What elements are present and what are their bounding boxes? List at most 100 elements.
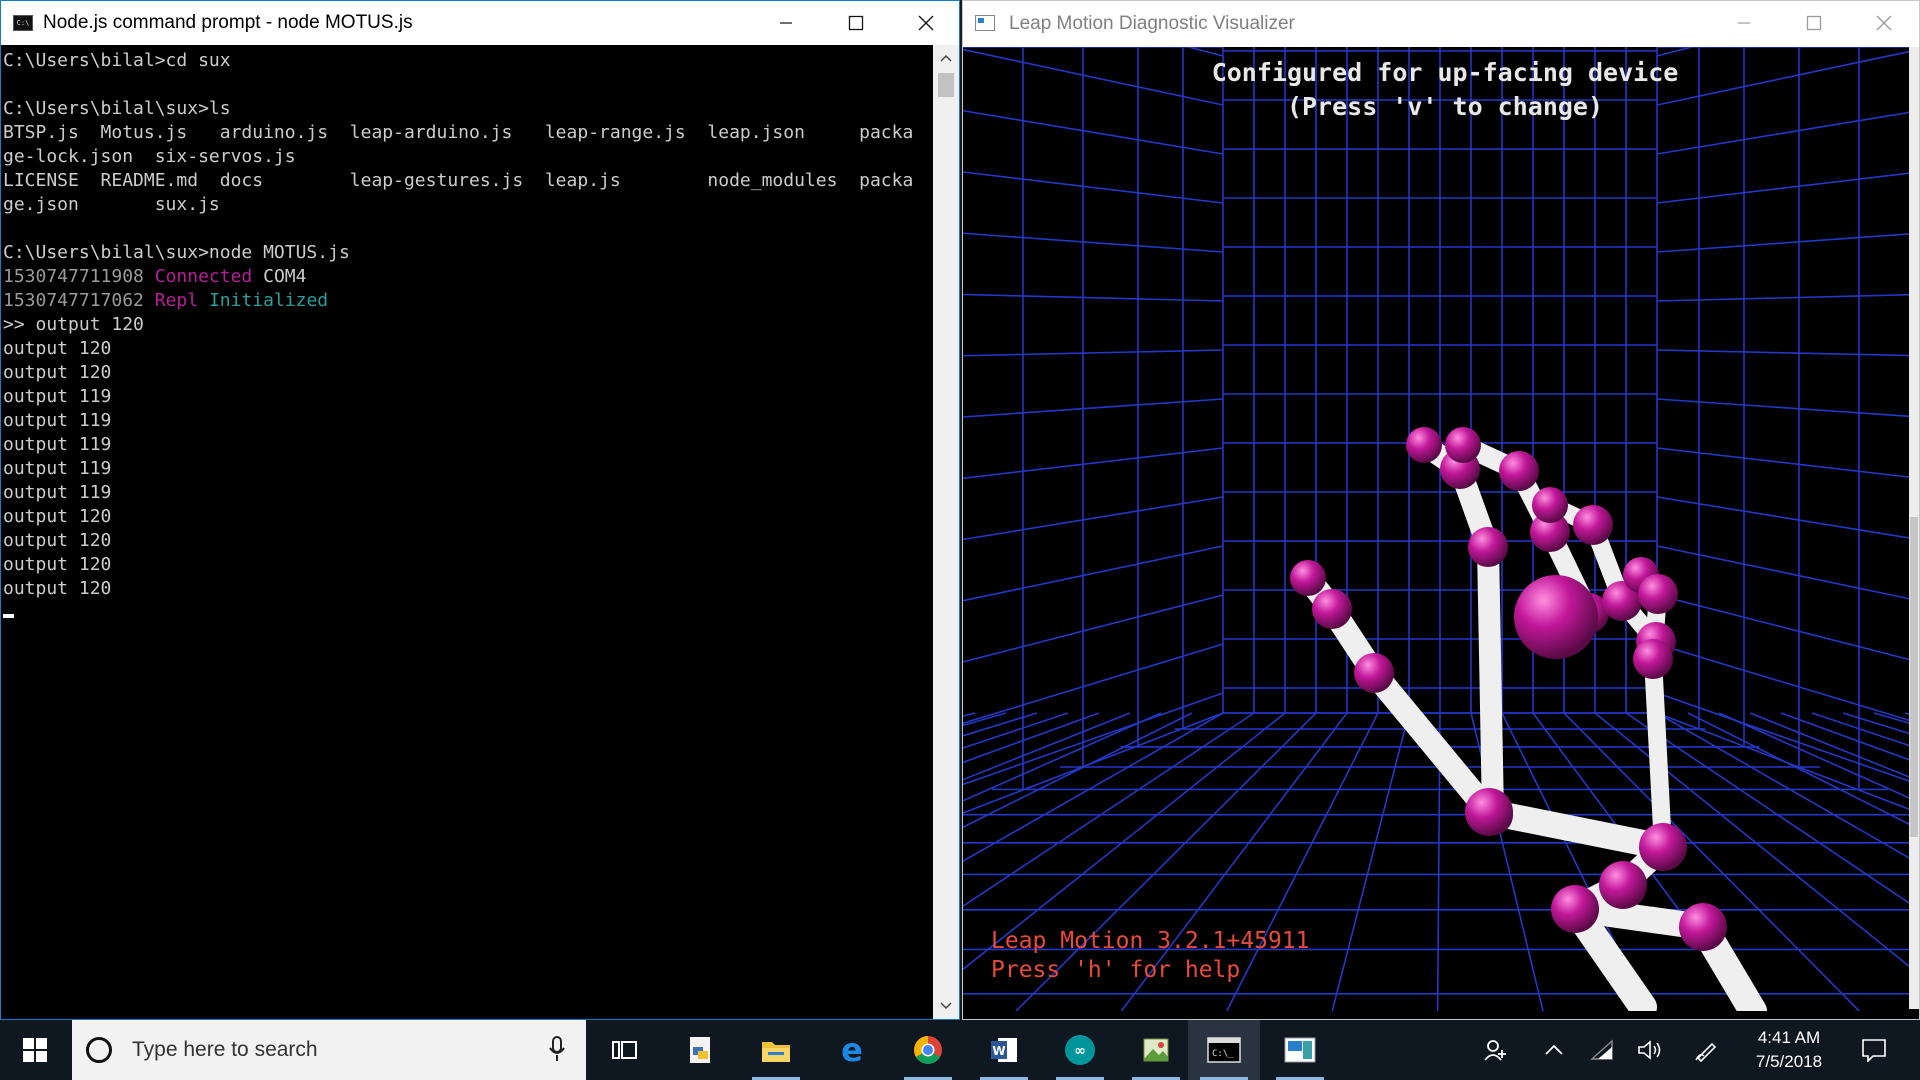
people-button[interactable] xyxy=(1474,1020,1518,1080)
network-button[interactable] xyxy=(1580,1020,1624,1080)
start-button[interactable] xyxy=(0,1020,70,1080)
console-icon: C:\ xyxy=(13,15,33,31)
python-file-icon xyxy=(690,1037,710,1063)
scroll-thumb[interactable] xyxy=(1910,517,1918,837)
file-explorer-icon xyxy=(762,1042,790,1062)
people-icon xyxy=(1484,1040,1506,1061)
word-button[interactable]: W xyxy=(968,1020,1040,1080)
file-explorer-button[interactable] xyxy=(740,1020,812,1080)
pen-icon xyxy=(1695,1042,1717,1062)
windows-logo-icon xyxy=(23,1038,47,1062)
log-initialized: Initialized xyxy=(208,290,329,311)
log-repl: Repl xyxy=(154,290,199,311)
close-icon xyxy=(1876,15,1892,31)
bone xyxy=(1477,536,1504,826)
image-editor-button[interactable] xyxy=(1120,1020,1192,1080)
system-clock[interactable]: 4:41 AM 7/5/2018 xyxy=(1742,1026,1836,1074)
console-titlebar[interactable]: C:\ Node.js command prompt - node MOTUS.… xyxy=(1,1,959,45)
leap-scrollbar[interactable] xyxy=(1909,47,1919,1009)
log-port: COM4 xyxy=(263,266,307,287)
console-history: C:\Users\bilal>cd sux C:\Users\bilal\sux… xyxy=(3,50,914,263)
node-console-window[interactable]: C:\ Node.js command prompt - node MOTUS.… xyxy=(0,0,960,1020)
joint xyxy=(1638,574,1678,614)
image-editor-icon xyxy=(1143,1038,1169,1062)
minimize-button[interactable] xyxy=(1709,1,1779,45)
joint xyxy=(1468,527,1508,567)
taskbar-search-box[interactable]: Type here to search xyxy=(72,1020,586,1080)
close-button[interactable] xyxy=(891,1,961,45)
minimize-icon xyxy=(780,22,792,24)
console-title: Node.js command prompt - node MOTUS.js xyxy=(43,12,413,33)
leap-visualizer-button[interactable] xyxy=(1264,1020,1336,1080)
arduino-button[interactable]: ∞ xyxy=(1044,1020,1116,1080)
chevron-up-icon xyxy=(1545,1044,1563,1055)
close-icon xyxy=(918,15,934,31)
change-hint-text: (Press 'v' to change) xyxy=(1287,92,1603,121)
svg-text:W: W xyxy=(992,1044,1005,1058)
notifications-icon xyxy=(1862,1039,1886,1062)
joint xyxy=(1406,427,1442,463)
joint xyxy=(1465,788,1513,836)
volume-icon xyxy=(1638,1040,1661,1060)
svg-text:C:\_: C:\_ xyxy=(1212,1049,1234,1059)
version-text: Leap Motion 3.2.1+45911 xyxy=(991,928,1310,954)
joint xyxy=(1639,823,1687,871)
console-scrollbar[interactable] xyxy=(933,45,959,1019)
leap-window-icon xyxy=(975,15,995,31)
joint xyxy=(1354,653,1394,693)
console-output[interactable]: C:\Users\bilal>cd sux C:\Users\bilal\sux… xyxy=(1,45,934,1019)
close-button[interactable] xyxy=(1849,1,1919,45)
cortana-icon xyxy=(86,1037,112,1063)
joint xyxy=(1573,505,1613,545)
chrome-icon xyxy=(914,1036,942,1064)
leap-visualizer-window[interactable]: Leap Motion Diagnostic Visualizer Config… xyxy=(962,0,1920,1020)
log-timestamp: 1530747711908 xyxy=(3,266,144,287)
scroll-up-arrow-icon[interactable] xyxy=(933,49,959,67)
help-text: Press 'h' for help xyxy=(991,957,1240,983)
maximize-button[interactable] xyxy=(1779,1,1849,45)
joint xyxy=(1599,861,1647,909)
edge-button[interactable]: e xyxy=(816,1020,888,1080)
log-connected: Connected xyxy=(154,266,253,287)
maximize-icon xyxy=(1806,15,1822,31)
task-view-button[interactable] xyxy=(588,1020,660,1080)
console-output-lines: >> output 120 output 120 output 120 outp… xyxy=(3,314,144,599)
maximize-button[interactable] xyxy=(821,1,891,45)
scroll-down-arrow-icon[interactable] xyxy=(933,997,959,1015)
edge-icon: e xyxy=(841,1035,863,1065)
leap-visualizer-icon xyxy=(1284,1037,1316,1063)
microphone-icon[interactable] xyxy=(548,1036,566,1062)
command-prompt-button[interactable]: C:\_ xyxy=(1188,1020,1260,1080)
joint xyxy=(1514,575,1598,659)
search-placeholder: Type here to search xyxy=(132,1038,318,1061)
joint xyxy=(1312,589,1352,629)
wifi-icon xyxy=(1590,1039,1613,1060)
svg-text:∞: ∞ xyxy=(1074,1043,1086,1059)
clock-date: 7/5/2018 xyxy=(1755,1052,1823,1071)
show-hidden-icons-button[interactable] xyxy=(1532,1020,1576,1080)
device-orientation-text: Configured for up-facing device xyxy=(1212,58,1679,87)
joint xyxy=(1532,487,1568,523)
clock-time: 4:41 AM xyxy=(1757,1028,1821,1047)
python-file-button[interactable] xyxy=(664,1020,736,1080)
minimize-button[interactable] xyxy=(751,1,821,45)
joint xyxy=(1445,427,1481,463)
svg-text:e: e xyxy=(841,1035,863,1065)
leap-3d-viewport[interactable]: Configured for up-facing device (Press '… xyxy=(963,47,1919,1011)
leap-title: Leap Motion Diagnostic Visualizer xyxy=(1009,13,1295,34)
joint xyxy=(1551,885,1599,933)
task-view-icon xyxy=(612,1041,637,1059)
cmd-icon: C:\_ xyxy=(1207,1037,1241,1063)
scroll-thumb[interactable] xyxy=(938,73,954,97)
joint xyxy=(1633,639,1673,679)
word-icon: W xyxy=(991,1038,1017,1062)
action-center-button[interactable] xyxy=(1846,1020,1902,1080)
bone xyxy=(1644,650,1672,856)
pen-workspace-button[interactable] xyxy=(1684,1020,1728,1080)
joint xyxy=(1290,560,1326,596)
leap-titlebar[interactable]: Leap Motion Diagnostic Visualizer xyxy=(963,1,1919,47)
chrome-button[interactable] xyxy=(892,1020,964,1080)
volume-button[interactable] xyxy=(1628,1020,1672,1080)
taskbar: Type here to search e W ∞ C:\_ 4:41 AM 7… xyxy=(0,1020,1920,1080)
minimize-icon xyxy=(1738,22,1750,24)
